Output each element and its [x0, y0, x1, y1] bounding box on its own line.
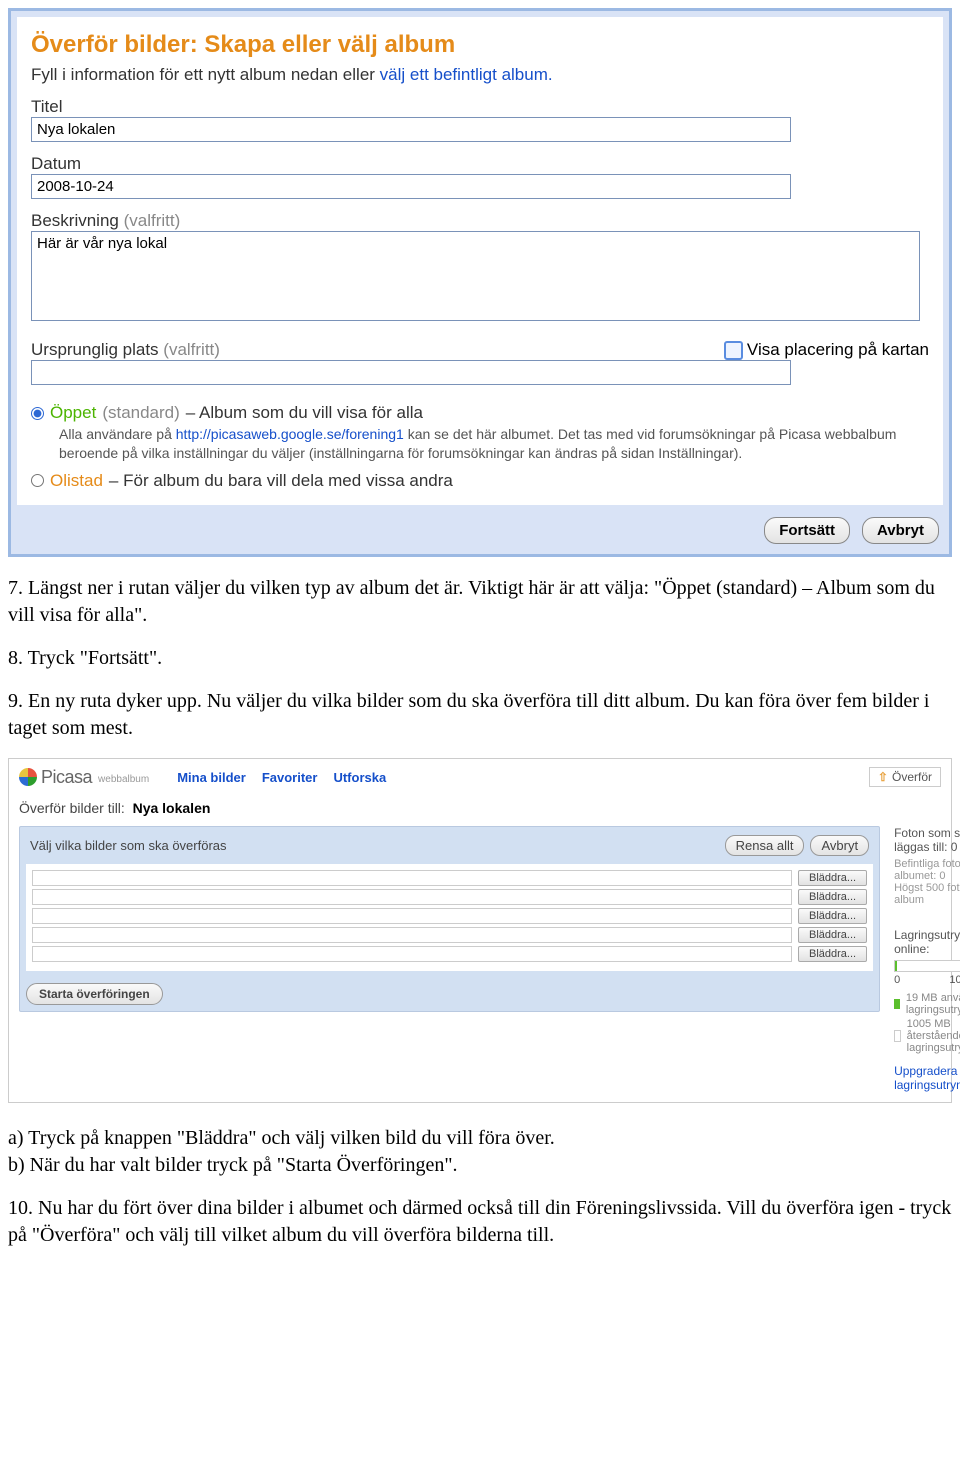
description-label: Beskrivning (valfritt) [31, 211, 929, 231]
browse-button-2[interactable]: Bläddra... [798, 889, 867, 905]
storage-bar [894, 960, 960, 972]
free-swatch [894, 1030, 901, 1042]
visibility-open-help: Alla användare på http://picasaweb.googl… [59, 425, 929, 463]
storage-bar-fill [895, 961, 897, 971]
title-label: Titel [31, 97, 929, 117]
step-10: 10. Nu har du fört över dina bilder i al… [8, 1195, 952, 1249]
location-input[interactable] [31, 360, 791, 385]
checkbox-icon [724, 341, 743, 360]
location-label: Ursprunglig plats (valfritt) [31, 340, 220, 360]
file-select-label: Välj vilka bilder som ska överföras [30, 838, 227, 853]
upload-dialog: Överför bilder: Skapa eller välj album F… [8, 8, 952, 557]
upload-icon: ⇧ [878, 770, 888, 784]
max-photos: Högst 500 foton per album [894, 882, 960, 906]
title-input[interactable] [31, 117, 791, 142]
picasa-nav: Mina bilder Favoriter Utforska [177, 770, 386, 785]
step-8: 8. Tryck "Fortsätt". [8, 645, 952, 672]
clear-all-button[interactable]: Rensa allt [725, 835, 805, 856]
continue-button[interactable]: Fortsätt [764, 517, 850, 544]
upgrade-storage-link[interactable]: Uppgradera lagringsutrymme [894, 1064, 960, 1092]
radio-input[interactable] [31, 474, 44, 487]
used-swatch [894, 999, 900, 1009]
dialog-subtitle: Fyll i information för ett nytt album ne… [31, 65, 929, 85]
start-upload-button[interactable]: Starta överföringen [26, 983, 163, 1005]
file-input-1[interactable] [32, 870, 792, 886]
step-a: a) Tryck på knappen "Bläddra" och välj v… [8, 1125, 952, 1152]
step-9: 9. En ny ruta dyker upp. Nu väljer du vi… [8, 688, 952, 742]
file-input-4[interactable] [32, 927, 792, 943]
browse-button-3[interactable]: Bläddra... [798, 908, 867, 924]
picasa-upload-panel: Picasa webbalbum Mina bilder Favoriter U… [8, 758, 952, 1103]
cancel-upload-button[interactable]: Avbryt [810, 835, 869, 856]
album-url-link[interactable]: http://picasaweb.google.se/forening1 [176, 426, 404, 442]
description-input[interactable]: Här är vår nya lokal [31, 231, 920, 321]
storage-label: Lagringsutrymme online: [894, 928, 960, 956]
upload-breadcrumb: Överför bilder till: Nya lokalen [9, 796, 951, 820]
browse-button-5[interactable]: Bläddra... [798, 946, 867, 962]
instruction-text-2: a) Tryck på knappen "Bläddra" och välj v… [8, 1125, 952, 1249]
visibility-open-radio[interactable]: Öppet (standard) – Album som du vill vis… [31, 403, 929, 423]
date-label: Datum [31, 154, 929, 174]
file-input-2[interactable] [32, 889, 792, 905]
existing-photos: Befintliga foton i albumet: 0 [894, 858, 960, 882]
radio-input[interactable] [31, 407, 44, 420]
instruction-text: 7. Längst ner i rutan väljer du vilken t… [8, 575, 952, 742]
file-select-panel: Välj vilka bilder som ska överföras Rens… [19, 826, 880, 1012]
nav-explore[interactable]: Utforska [333, 770, 386, 785]
nav-favorites[interactable]: Favoriter [262, 770, 318, 785]
step-7: 7. Längst ner i rutan väljer du vilken t… [8, 575, 952, 629]
cancel-button[interactable]: Avbryt [862, 517, 939, 544]
show-on-map-checkbox[interactable]: Visa placering på kartan [724, 340, 929, 360]
browse-button-1[interactable]: Bläddra... [798, 870, 867, 886]
nav-my-photos[interactable]: Mina bilder [177, 770, 246, 785]
picasa-logo: Picasa webbalbum [19, 767, 149, 788]
choose-existing-link[interactable]: välj ett befintligt album. [380, 65, 553, 84]
picasa-icon [19, 768, 37, 786]
photos-to-add: Foton som ska läggas till: 0 [894, 826, 960, 854]
visibility-unlisted-radio[interactable]: Olistad – För album du bara vill dela me… [31, 471, 929, 491]
file-input-3[interactable] [32, 908, 792, 924]
upload-link-button[interactable]: ⇧Överför [869, 767, 941, 787]
date-input[interactable] [31, 174, 791, 199]
dialog-title: Överför bilder: Skapa eller välj album [31, 31, 929, 59]
browse-button-4[interactable]: Bläddra... [798, 927, 867, 943]
file-input-5[interactable] [32, 946, 792, 962]
step-b: b) När du har valt bilder tryck på "Star… [8, 1152, 952, 1179]
storage-panel: Foton som ska läggas till: 0 Befintliga … [894, 826, 960, 1092]
